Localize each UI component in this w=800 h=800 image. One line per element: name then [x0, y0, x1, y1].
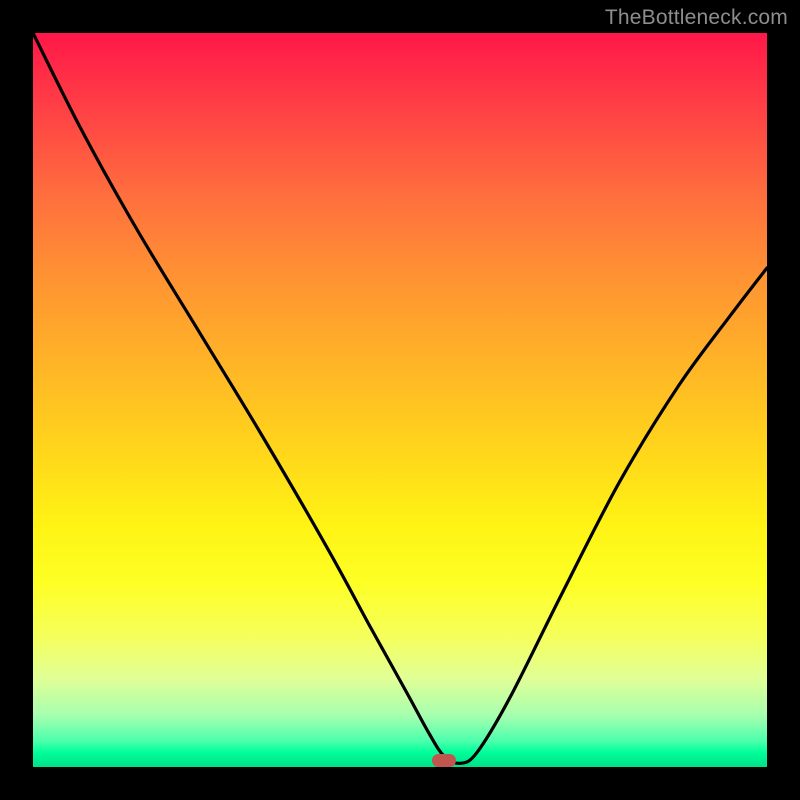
chart-frame: TheBottleneck.com [0, 0, 800, 800]
watermark-text: TheBottleneck.com [605, 6, 788, 30]
plot-area [33, 33, 767, 767]
bottleneck-curve [33, 33, 767, 763]
optimum-marker [432, 754, 456, 767]
curve-svg [33, 33, 767, 767]
